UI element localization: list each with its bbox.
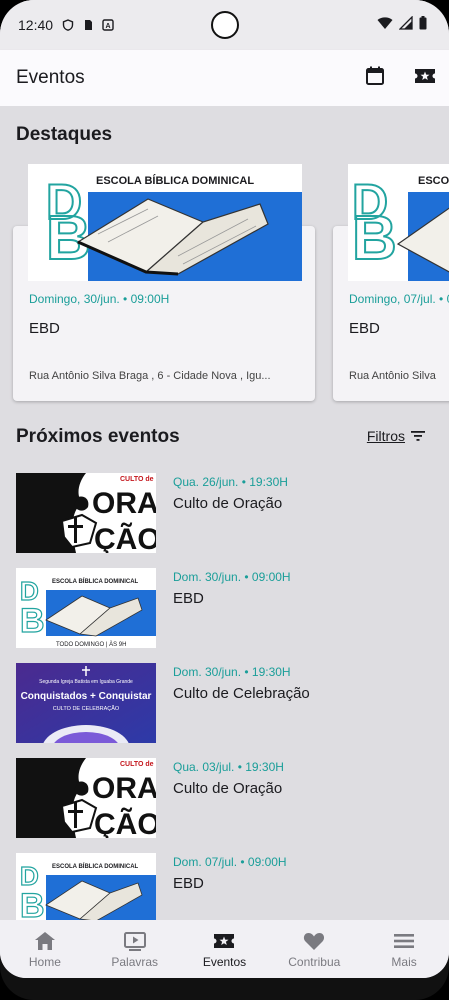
thumb-ebd-title: ESCOLA BÍBLICA DOMINICAL [52,862,139,870]
svg-text:A: A [106,23,111,30]
event-thumbnail: CULTO de ORA ÇÃO [16,473,156,553]
thumb-ora-text: ORA [92,487,156,520]
content-area: Destaques B D ESCOLA BÍBLICA DOMINICAL D… [0,106,449,920]
nav-palavras-label: Palavras [111,954,159,969]
battery-icon [419,16,427,30]
calendar-button[interactable] [363,64,387,88]
nav-eventos-label: Eventos [202,954,247,969]
event-thumbnail: CULTO de ORA ÇÃO [16,758,156,838]
nav-home[interactable]: Home [0,920,90,978]
nav-home-label: Home [28,954,61,969]
event-title: Culto de Celebração [173,685,310,702]
event-date: Dom. 30/jun. • 19:30H [173,665,291,679]
nav-contribua[interactable]: Contribua [269,920,359,978]
heart-icon [304,932,325,950]
event-row[interactable]: CULTO de ORA ÇÃO Qua. 03/jul. • 19:30H C… [16,758,436,838]
featured-location: Rua Antônio Silva Braga , 6 - Cidade Nov… [29,370,271,382]
nav-mais[interactable]: Mais [359,920,449,978]
featured-title: EBD [349,320,380,337]
featured-card[interactable]: B D ESCOLA BÍBLICA DOMINICAL Domingo, 30… [13,164,315,401]
filter-button[interactable]: Filtros [367,428,425,444]
phone-frame: 12:40 A Eventos Destaques B D ESCOLA BÍB… [0,0,449,1000]
svg-text:D: D [20,861,39,891]
tickets-button[interactable] [413,64,437,88]
screen: 12:40 A Eventos Destaques B D ESCOLA BÍB… [0,0,449,978]
svg-text:D: D [352,174,388,230]
filter-icon [411,431,425,441]
event-thumbnail: B D ESCOLA BÍBLICA DOMINICAL [16,853,156,920]
featured-title: EBD [29,320,60,337]
bottom-navigation: Home Palavras Eventos Contribua Mais [0,920,449,978]
svg-text:B: B [20,887,45,920]
sim-icon [85,20,93,30]
thumb-ebd-footer: TODO DOMINGO | ÀS 9H [56,641,126,648]
thumb-cel-title: Conquistados + Conquistar [21,691,152,702]
page-title: Eventos [16,67,85,88]
app-bar: Eventos [0,50,449,106]
featured-image-text: ESCOLA BÍBLICA DOMINICAL [96,174,254,187]
menu-icon [394,933,415,948]
featured-image-text: ESCO [418,175,449,187]
svg-text:B: B [20,602,45,640]
ticket-star-icon [415,69,435,83]
video-icon [123,931,146,951]
event-date: Dom. 07/jul. • 09:00H [173,855,287,869]
event-title: EBD [173,590,204,607]
event-date: Qua. 03/jul. • 19:30H [173,760,284,774]
thumb-cao-text: ÇÃO [94,522,156,553]
featured-date: Domingo, 07/jul. • 09:00H [349,292,449,306]
shield-icon [62,19,74,31]
event-date: Qua. 26/jun. • 19:30H [173,475,288,489]
calendar-icon [366,66,384,85]
nav-eventos[interactable]: Eventos [180,920,270,978]
nav-mais-label: Mais [391,954,417,969]
signal-icon [399,16,413,30]
featured-image: B D ESCOLA BÍBLICA DOMINICAL [28,164,302,281]
ticket-icon [214,933,235,948]
event-title: EBD [173,875,204,892]
event-title: Culto de Oração [173,780,283,797]
wifi-icon [377,17,393,29]
event-row[interactable]: B D ESCOLA BÍBLICA DOMINICAL TODO DOMING… [16,568,436,648]
status-bar: 12:40 A [0,0,449,50]
highlights-title: Destaques [16,124,113,145]
thumb-ebd-title: ESCOLA BÍBLICA DOMINICAL [52,577,139,585]
thumb-ora-text: ORA [92,772,156,805]
thumb-cel-church: Segunda Igreja Batista em Iguaba Grande [39,679,133,685]
event-row[interactable]: CULTO de ORA ÇÃO Qua. 26/jun. • 19:30H C… [16,473,436,553]
thumb-culto-text: CULTO de [120,761,154,768]
status-time: 12:40 [18,17,54,33]
event-title: Culto de Oração [173,495,283,512]
nav-contribua-label: Contribua [288,954,341,969]
featured-date: Domingo, 30/jun. • 09:00H [29,292,170,306]
event-thumbnail: Segunda Igreja Batista em Iguaba Grande … [16,663,156,743]
svg-text:D: D [20,576,39,606]
thumb-cao-text: ÇÃO [94,807,156,838]
thumb-culto-text: CULTO de [120,476,154,483]
app-a-icon: A [102,19,114,31]
svg-text:D: D [46,174,82,230]
camera-cutout [211,11,239,39]
home-icon [34,931,55,950]
featured-card[interactable]: B D ESCO Domingo, 07/jul. • 09:00H EBD R… [333,164,449,401]
featured-location: Rua Antônio Silva [349,370,436,382]
event-row[interactable]: Segunda Igreja Batista em Iguaba Grande … [16,663,436,743]
upcoming-title: Próximos eventos [16,426,180,447]
event-thumbnail: B D ESCOLA BÍBLICA DOMINICAL TODO DOMING… [16,568,156,648]
event-row[interactable]: B D ESCOLA BÍBLICA DOMINICAL Dom. 07/jul… [16,853,436,920]
nav-palavras[interactable]: Palavras [90,920,180,978]
thumb-cel-sub: CULTO DE CELEBRAÇÃO [53,705,120,712]
filter-label: Filtros [366,428,405,444]
event-date: Dom. 30/jun. • 09:00H [173,570,291,584]
featured-image: B D ESCO [348,164,449,281]
